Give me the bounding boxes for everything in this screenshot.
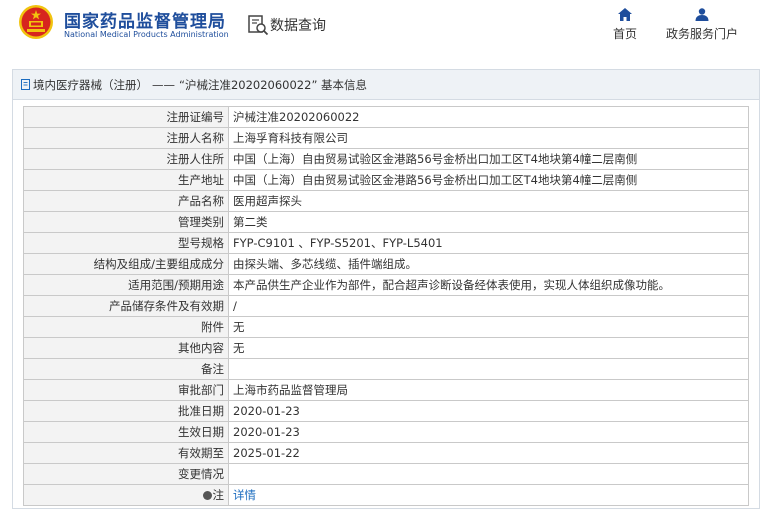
field-key: 适用范围/预期用途 [23, 274, 229, 296]
field-key: 型号规格 [23, 232, 229, 254]
field-key: 产品储存条件及有效期 [23, 295, 229, 317]
note-section: 注 详情 [23, 484, 749, 506]
field-key: 有效期至 [23, 442, 229, 464]
user-icon [695, 8, 709, 21]
field-key: 生效日期 [23, 421, 229, 443]
field-key: 注册人名称 [23, 127, 229, 149]
field-key: 产品名称 [23, 190, 229, 212]
document-search-icon [248, 15, 269, 36]
table-row: 生产地址 中国（上海）自由贸易试验区金港路56号金桥出口加工区T4地块第4幢二层南… [23, 169, 749, 191]
field-value: FYP-C9101 、FYP-S5201、FYP-L5401 [228, 232, 749, 254]
field-value: 无 [228, 316, 749, 338]
field-value: 由探头端、多芯线缆、插件端组成。 [228, 253, 749, 275]
nav-portal-label: 政务服务门户 [665, 27, 738, 41]
field-value: 沪械注准20202060022 [228, 106, 749, 128]
document-icon [21, 79, 30, 90]
field-value: 上海孚育科技有限公司 [228, 127, 749, 149]
field-value: 2020-01-23 [228, 400, 749, 422]
data-query-link[interactable]: 数据查询 [247, 14, 326, 36]
breadcrumb-title: “沪械注准20202060022” 基本信息 [179, 77, 368, 92]
field-value [228, 463, 749, 485]
info-table-body: 注册证编号 沪械注准20202060022 注册人名称 上海孚育科技有限公司 注册人住所… [23, 106, 749, 485]
table-row: 产品储存条件及有效期 / [23, 295, 749, 317]
detail-panel: 境内医疗器械（注册） —— “沪械注准20202060022” 基本信息 注册证… [12, 69, 760, 509]
field-key: 注册人住所 [23, 148, 229, 170]
table-row: 批准日期 2020-01-23 [23, 400, 749, 422]
table-row: 产品名称 医用超声探头 [23, 190, 749, 212]
note-key: 注 [212, 488, 225, 502]
field-key: 变更情况 [23, 463, 229, 485]
breadcrumb-separator: —— [152, 77, 175, 92]
data-query-label: 数据查询 [270, 18, 326, 34]
table-row: 有效期至 2025-01-22 [23, 442, 749, 464]
nav-service-portal[interactable]: 政务服务门户 [664, 8, 740, 42]
info-table: 注册证编号 沪械注准20202060022 注册人名称 上海孚育科技有限公司 注册人住所… [23, 106, 749, 506]
nav-home-label: 首页 [612, 27, 637, 41]
table-row: 结构及组成/主要组成成分 由探头端、多芯线缆、插件端组成。 [23, 253, 749, 275]
table-row: 管理类别 第二类 [23, 211, 749, 233]
breadcrumb: 境内医疗器械（注册） —— “沪械注准20202060022” 基本信息 [13, 70, 759, 100]
table-row: 注册人住所 中国（上海）自由贸易试验区金港路56号金桥出口加工区T4地块第4幢二层… [23, 148, 749, 170]
field-key: 备注 [23, 358, 229, 380]
field-key: 审批部门 [23, 379, 229, 401]
field-value: 2025-01-22 [228, 442, 749, 464]
table-row: 审批部门 上海市药品监督管理局 [23, 379, 749, 401]
field-key: 其他内容 [23, 337, 229, 359]
field-value: 无 [228, 337, 749, 359]
details-link[interactable]: 详情 [233, 488, 256, 502]
field-key: 结构及组成/主要组成成分 [23, 253, 229, 275]
table-row: 生效日期 2020-01-23 [23, 421, 749, 443]
field-value: 2020-01-23 [228, 421, 749, 443]
field-key: 注册证编号 [23, 106, 229, 128]
field-value: 中国（上海）自由贸易试验区金港路56号金桥出口加工区T4地块第4幢二层南侧 [228, 169, 749, 191]
table-row-note: 注 详情 [23, 484, 749, 506]
national-emblem-icon [19, 5, 53, 39]
table-row: 注册人名称 上海孚育科技有限公司 [23, 127, 749, 149]
note-icon [202, 491, 212, 500]
table-row: 其他内容无 [23, 337, 749, 359]
field-key: 生产地址 [23, 169, 229, 191]
field-value: / [228, 295, 749, 317]
field-key: 注 [23, 484, 229, 506]
nav-home[interactable]: 首页 [608, 8, 642, 42]
field-value: 中国（上海）自由贸易试验区金港路56号金桥出口加工区T4地块第4幢二层南侧 [228, 148, 749, 170]
field-value [228, 358, 749, 380]
site-name-en: National Medical Products Administration [64, 30, 229, 39]
field-value: 详情 [228, 484, 749, 506]
field-value: 本产品供生产企业作为部件，配合超声诊断设备经体表使用，实现人体组织成像功能。 [228, 274, 749, 296]
home-icon [618, 8, 632, 21]
field-value: 上海市药品监督管理局 [228, 379, 749, 401]
field-value: 第二类 [228, 211, 749, 233]
field-key: 附件 [23, 316, 229, 338]
table-row: 变更情况 [23, 463, 749, 485]
table-row: 适用范围/预期用途 本产品供生产企业作为部件，配合超声诊断设备经体表使用，实现人体… [23, 274, 749, 296]
table-row: 注册证编号 沪械注准20202060022 [23, 106, 749, 128]
field-value: 医用超声探头 [228, 190, 749, 212]
breadcrumb-category[interactable]: 境内医疗器械（注册） [33, 77, 148, 93]
field-key: 管理类别 [23, 211, 229, 233]
site-header: 国家药品监督管理局 National Medical Products Admi… [0, 0, 762, 58]
table-row: 型号规格 FYP-C9101 、FYP-S5201、FYP-L5401 [23, 232, 749, 254]
site-name-cn: 国家药品监督管理局 [64, 12, 226, 32]
field-key: 批准日期 [23, 400, 229, 422]
table-row: 附件无 [23, 316, 749, 338]
info-table-wrapper: 注册证编号 沪械注准20202060022 注册人名称 上海孚育科技有限公司 注册人住所… [23, 106, 749, 506]
table-row: 备注 [23, 358, 749, 380]
